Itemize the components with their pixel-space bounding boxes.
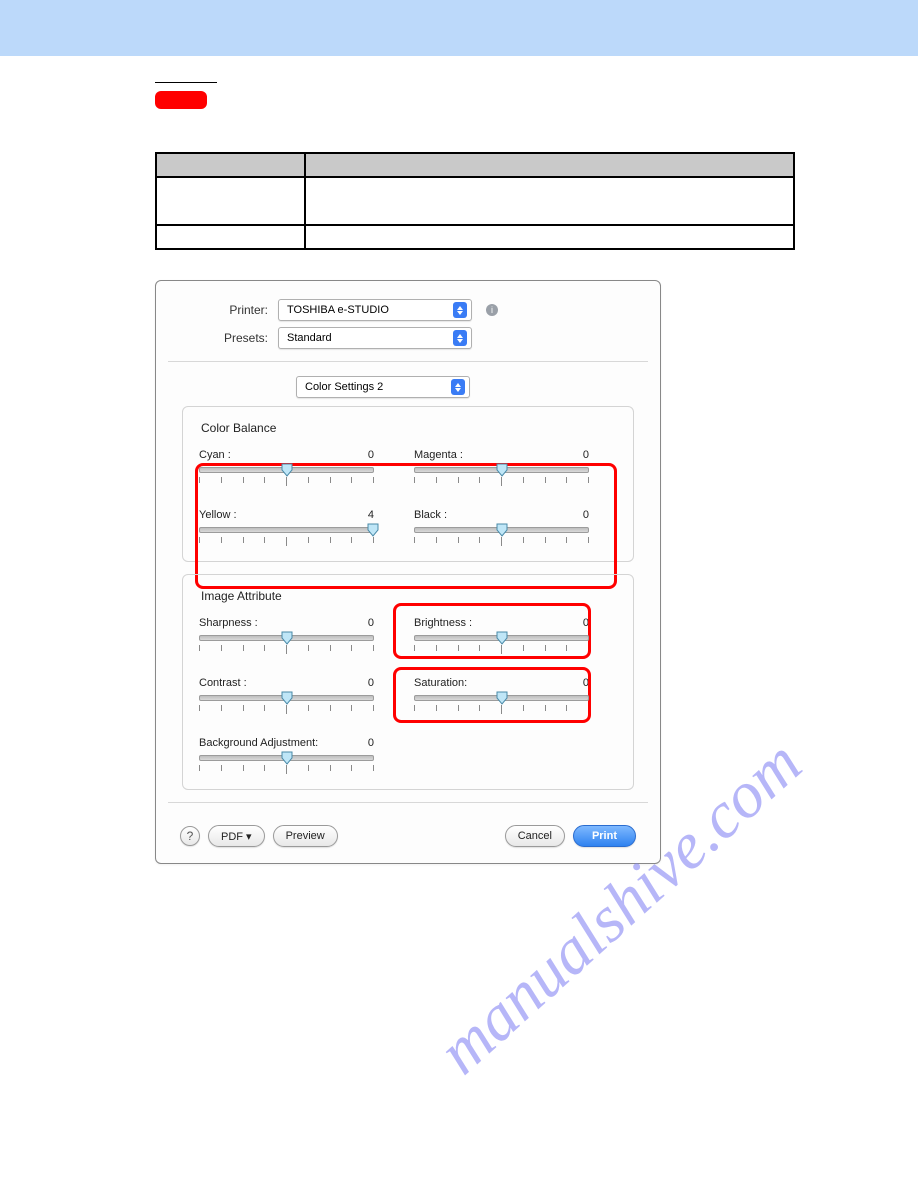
header-banner [0, 0, 918, 56]
slider-track[interactable] [414, 695, 589, 701]
divider [168, 361, 648, 362]
help-button[interactable]: ? [180, 826, 200, 846]
slider-sharpness[interactable]: Sharpness : 0 [199, 617, 374, 653]
section-rule [155, 81, 217, 83]
slider-value: 0 [368, 449, 374, 461]
chevron-updown-icon [453, 302, 467, 318]
presets-select[interactable]: Standard [278, 327, 472, 349]
settings-table [155, 152, 795, 250]
slider-contrast[interactable]: Contrast : 0 [199, 677, 374, 713]
image-attribute-group: Image Attribute Sharpness :0Brightness :… [182, 574, 634, 790]
slider-thumb[interactable] [495, 631, 509, 645]
slider-track[interactable] [199, 467, 374, 473]
slider-label: Sharpness : [199, 617, 258, 629]
slider-thumb[interactable] [280, 463, 294, 477]
print-button[interactable]: Print [573, 825, 636, 847]
slider-label: Saturation: [414, 677, 467, 689]
print-dialog: Printer: TOSHIBA e-STUDIO i Presets: Sta… [155, 280, 661, 864]
slider-track[interactable] [199, 755, 374, 761]
chevron-updown-icon [451, 379, 465, 395]
slider-value: 0 [583, 677, 589, 689]
slider-label: Brightness : [414, 617, 472, 629]
slider-track[interactable] [199, 635, 374, 641]
image-attribute-title: Image Attribute [201, 589, 617, 603]
pane-value: Color Settings 2 [305, 381, 383, 393]
color-balance-group: Color Balance Cyan : 0 Magenta : 0 Yellow : 4… [182, 406, 634, 562]
preview-button[interactable]: Preview [273, 825, 338, 847]
presets-value: Standard [287, 332, 332, 344]
slider-value: 0 [583, 509, 589, 521]
slider-magenta[interactable]: Magenta : 0 [414, 449, 589, 485]
slider-label: Magenta : [414, 449, 463, 461]
slider-thumb[interactable] [280, 751, 294, 765]
slider-thumb[interactable] [495, 523, 509, 537]
slider-black[interactable]: Black : 0 [414, 509, 589, 545]
slider-label: Background Adjustment: [199, 737, 318, 749]
chevron-updown-icon [453, 330, 467, 346]
slider-yellow[interactable]: Yellow : 4 [199, 509, 374, 545]
cancel-button[interactable]: Cancel [505, 825, 565, 847]
slider-value: 0 [583, 449, 589, 461]
printer-select[interactable]: TOSHIBA e-STUDIO [278, 299, 472, 321]
slider-value: 0 [368, 737, 374, 749]
badge [155, 91, 207, 109]
printer-label: Printer: [229, 303, 268, 317]
info-icon[interactable]: i [486, 304, 498, 316]
slider-label: Cyan : [199, 449, 231, 461]
slider-value: 0 [368, 617, 374, 629]
pane-select[interactable]: Color Settings 2 [296, 376, 470, 398]
slider-thumb[interactable] [495, 691, 509, 705]
slider-track[interactable] [414, 467, 589, 473]
slider-value: 0 [368, 677, 374, 689]
slider-background[interactable]: Background Adjustment: 0 [199, 737, 374, 773]
slider-thumb[interactable] [495, 463, 509, 477]
printer-value: TOSHIBA e-STUDIO [287, 304, 389, 316]
slider-thumb[interactable] [280, 631, 294, 645]
divider [168, 802, 648, 803]
slider-track[interactable] [414, 635, 589, 641]
slider-thumb[interactable] [366, 523, 380, 537]
pdf-button[interactable]: PDF ▾ [208, 825, 265, 847]
color-balance-title: Color Balance [201, 421, 617, 435]
slider-label: Contrast : [199, 677, 247, 689]
slider-saturation[interactable]: Saturation: 0 [414, 677, 589, 713]
slider-value: 0 [583, 617, 589, 629]
slider-track[interactable] [199, 527, 374, 533]
slider-brightness[interactable]: Brightness : 0 [414, 617, 589, 653]
slider-track[interactable] [199, 695, 374, 701]
slider-label: Yellow : [199, 509, 237, 521]
slider-label: Black : [414, 509, 447, 521]
slider-thumb[interactable] [280, 691, 294, 705]
slider-track[interactable] [414, 527, 589, 533]
presets-label: Presets: [224, 331, 268, 345]
slider-value: 4 [368, 509, 374, 521]
slider-cyan[interactable]: Cyan : 0 [199, 449, 374, 485]
